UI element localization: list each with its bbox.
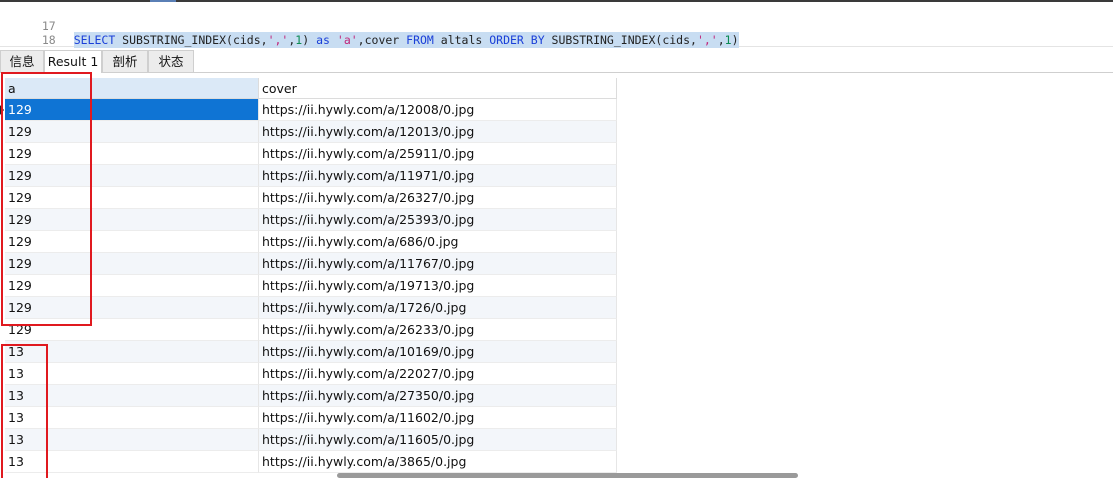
tab-status[interactable]: 状态 xyxy=(148,50,194,72)
table-row[interactable]: 13 https://ii.hywly.com/a/27350/0.jpg xyxy=(5,385,617,407)
cell-cover[interactable]: https://ii.hywly.com/a/25393/0.jpg xyxy=(259,209,617,231)
sql-token: ORDER BY xyxy=(489,33,545,47)
cell-cover[interactable]: https://ii.hywly.com/a/10169/0.jpg xyxy=(259,341,617,363)
result-tab-bar: 信息 Result 1 剖析 状态 xyxy=(0,50,1113,73)
cell-cover[interactable]: https://ii.hywly.com/a/19713/0.jpg xyxy=(259,275,617,297)
sql-token: , xyxy=(717,33,725,47)
tab-result-1[interactable]: Result 1 xyxy=(44,50,102,73)
annotation-box-13 xyxy=(1,344,48,478)
sql-token: SELECT xyxy=(73,33,116,47)
table-row[interactable]: 129 https://ii.hywly.com/a/11767/0.jpg xyxy=(5,253,617,275)
line-number: 18 xyxy=(41,33,56,47)
table-row[interactable]: 13 https://ii.hywly.com/a/22027/0.jpg xyxy=(5,363,617,385)
table-row[interactable]: 129 https://ii.hywly.com/a/26233/0.jpg xyxy=(5,319,617,341)
cell-cover[interactable]: https://ii.hywly.com/a/26327/0.jpg xyxy=(259,187,617,209)
sql-statement[interactable]: SELECT SUBSTRING_INDEX(cids,',',1) as 'a… xyxy=(73,32,739,48)
horizontal-scrollbar[interactable] xyxy=(337,473,798,478)
sql-token: 1 xyxy=(724,33,732,47)
table-row[interactable]: 13 https://ii.hywly.com/a/11605/0.jpg xyxy=(5,429,617,451)
sql-token: altals xyxy=(433,33,490,47)
cell-cover[interactable]: https://ii.hywly.com/a/12008/0.jpg xyxy=(259,99,617,121)
sql-token: ',' xyxy=(267,33,289,47)
table-row[interactable]: 13 https://ii.hywly.com/a/10169/0.jpg xyxy=(5,341,617,363)
sql-token: FROM xyxy=(406,33,434,47)
cell-cover[interactable]: https://ii.hywly.com/a/12013/0.jpg xyxy=(259,121,617,143)
cell-cover[interactable]: https://ii.hywly.com/a/11602/0.jpg xyxy=(259,407,617,429)
annotation-box-129 xyxy=(1,72,92,326)
table-row[interactable]: 129 https://ii.hywly.com/a/12008/0.jpg xyxy=(0,99,617,121)
table-row[interactable]: 129 https://ii.hywly.com/a/11971/0.jpg xyxy=(5,165,617,187)
editor-top-accent xyxy=(150,0,176,2)
tab-profile[interactable]: 剖析 xyxy=(102,50,148,72)
table-row[interactable]: 13 https://ii.hywly.com/a/3865/0.jpg xyxy=(5,451,617,473)
tab-info[interactable]: 信息 xyxy=(0,50,44,72)
sql-token: SUBSTRING_INDEX(cids, xyxy=(544,33,697,47)
cell-cover[interactable]: https://ii.hywly.com/a/11971/0.jpg xyxy=(259,165,617,187)
table-row[interactable]: 129 https://ii.hywly.com/a/686/0.jpg xyxy=(5,231,617,253)
cell-cover[interactable]: https://ii.hywly.com/a/11767/0.jpg xyxy=(259,253,617,275)
column-header-cover[interactable]: cover xyxy=(259,78,617,99)
cell-cover[interactable]: https://ii.hywly.com/a/11605/0.jpg xyxy=(259,429,617,451)
sql-token: 'a' xyxy=(336,33,358,47)
table-row[interactable]: 129 https://ii.hywly.com/a/25911/0.jpg xyxy=(5,143,617,165)
table-row[interactable]: 129 https://ii.hywly.com/a/1726/0.jpg xyxy=(5,297,617,319)
editor-line-18[interactable]: 18 SELECT SUBSTRING_INDEX(cids,',',1) as … xyxy=(0,16,739,48)
table-row[interactable]: 129 https://ii.hywly.com/a/26327/0.jpg xyxy=(5,187,617,209)
sql-token: as xyxy=(316,33,330,47)
table-row[interactable]: 13 https://ii.hywly.com/a/11602/0.jpg xyxy=(5,407,617,429)
sql-token: ) xyxy=(731,33,739,47)
cell-cover[interactable]: https://ii.hywly.com/a/25911/0.jpg xyxy=(259,143,617,165)
cell-cover[interactable]: https://ii.hywly.com/a/27350/0.jpg xyxy=(259,385,617,407)
cell-cover[interactable]: https://ii.hywly.com/a/1726/0.jpg xyxy=(259,297,617,319)
result-grid[interactable]: a cover 129 https://ii.hywly.com/a/12008/… xyxy=(0,78,617,478)
sql-token: ,cover xyxy=(357,33,407,47)
table-row[interactable]: 129 https://ii.hywly.com/a/25393/0.jpg xyxy=(5,209,617,231)
cell-cover[interactable]: https://ii.hywly.com/a/26233/0.jpg xyxy=(259,319,617,341)
table-row[interactable]: 129 https://ii.hywly.com/a/19713/0.jpg xyxy=(5,275,617,297)
cell-cover[interactable]: https://ii.hywly.com/a/686/0.jpg xyxy=(259,231,617,253)
sql-token: SUBSTRING_INDEX(cids, xyxy=(115,33,268,47)
cell-cover[interactable]: https://ii.hywly.com/a/22027/0.jpg xyxy=(259,363,617,385)
cell-cover[interactable]: https://ii.hywly.com/a/3865/0.jpg xyxy=(259,451,617,473)
sql-editor[interactable]: 17 18 SELECT SUBSTRING_INDEX(cids,',',1) … xyxy=(0,0,1113,48)
sql-token: ',' xyxy=(696,33,718,47)
sql-token: ) xyxy=(302,33,317,47)
table-row[interactable]: 129 https://ii.hywly.com/a/12013/0.jpg xyxy=(5,121,617,143)
